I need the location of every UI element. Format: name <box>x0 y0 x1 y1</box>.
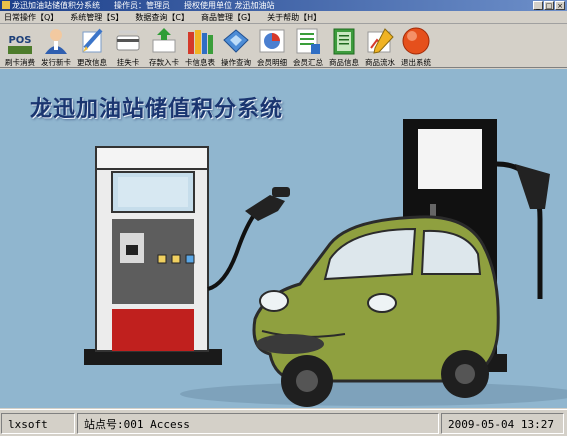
status-bar: lxsoft 站点号:001 Access 2009-05-04 13:27 <box>0 409 567 436</box>
toolbar: POS 刷卡消费 发行新卡 更改信息 挂失卡 存款入卡 卡信息表 操作查询 会员… <box>0 24 567 68</box>
issue-card-button[interactable]: 发行新卡 <box>38 24 74 68</box>
menu-bar: 日常操作【Q】 系统管理【S】 数据查询【C】 商品管理【G】 关于帮助【H】 <box>0 11 567 24</box>
edit-info-button[interactable]: 更改信息 <box>74 24 110 68</box>
licensee-label: 授权使用单位 龙迅加油站 <box>184 1 275 10</box>
title-bar: 龙迅加油站储值积分系统 操作员：管理员 授权使用单位 龙迅加油站 _ □ × <box>0 0 567 11</box>
green-car <box>252 215 500 407</box>
status-user: lxsoft <box>1 412 75 434</box>
deposit-button[interactable]: 存款入卡 <box>146 24 182 68</box>
status-station: 站点号:001 Access <box>77 412 439 434</box>
menu-system[interactable]: 系统管理【S】 <box>70 12 123 23</box>
operation-query-button[interactable]: 操作查询 <box>218 24 254 68</box>
app-icon <box>2 1 10 9</box>
deposit-icon <box>149 26 179 56</box>
close-button[interactable]: × <box>555 1 565 10</box>
summary-icon <box>293 26 323 56</box>
main-area: 龙迅加油站储值积分系统 <box>0 69 567 408</box>
menu-daily[interactable]: 日常操作【Q】 <box>4 12 58 23</box>
menu-query[interactable]: 数据查询【C】 <box>135 12 189 23</box>
goods-flow-button[interactable]: 商品流水 <box>362 24 398 68</box>
edit-icon <box>77 26 107 56</box>
status-datetime: 2009-05-04 13:27 <box>441 412 564 434</box>
member-summary-button[interactable]: 会员汇总 <box>290 24 326 68</box>
window-title: 龙迅加油站储值积分系统 <box>12 1 100 10</box>
query-icon <box>221 26 251 56</box>
operator-label: 操作员：管理员 <box>114 1 170 10</box>
exit-system-button[interactable]: 退出系统 <box>398 24 434 68</box>
app-heading: 龙迅加油站储值积分系统 <box>30 96 284 122</box>
svg-text:POS: POS <box>8 35 31 46</box>
books-icon <box>185 26 215 56</box>
card-info-button[interactable]: 卡信息表 <box>182 24 218 68</box>
user-icon <box>41 26 71 56</box>
menu-goods[interactable]: 商品管理【G】 <box>201 12 255 23</box>
exit-icon <box>401 26 431 56</box>
maximize-button[interactable]: □ <box>544 1 554 10</box>
chart-icon <box>257 26 287 56</box>
pos-icon: POS <box>5 26 35 56</box>
minimize-button[interactable]: _ <box>533 1 543 10</box>
swipe-pay-button[interactable]: POS 刷卡消费 <box>2 24 38 68</box>
card-lost-icon <box>113 26 143 56</box>
member-detail-button[interactable]: 会员明细 <box>254 24 290 68</box>
window-controls: _ □ × <box>533 1 565 10</box>
drawing-icon <box>365 26 395 56</box>
menu-help[interactable]: 关于帮助【H】 <box>267 12 321 23</box>
goods-info-button[interactable]: 商品信息 <box>326 24 362 68</box>
report-lost-button[interactable]: 挂失卡 <box>110 24 146 68</box>
notebook-icon <box>329 26 359 56</box>
